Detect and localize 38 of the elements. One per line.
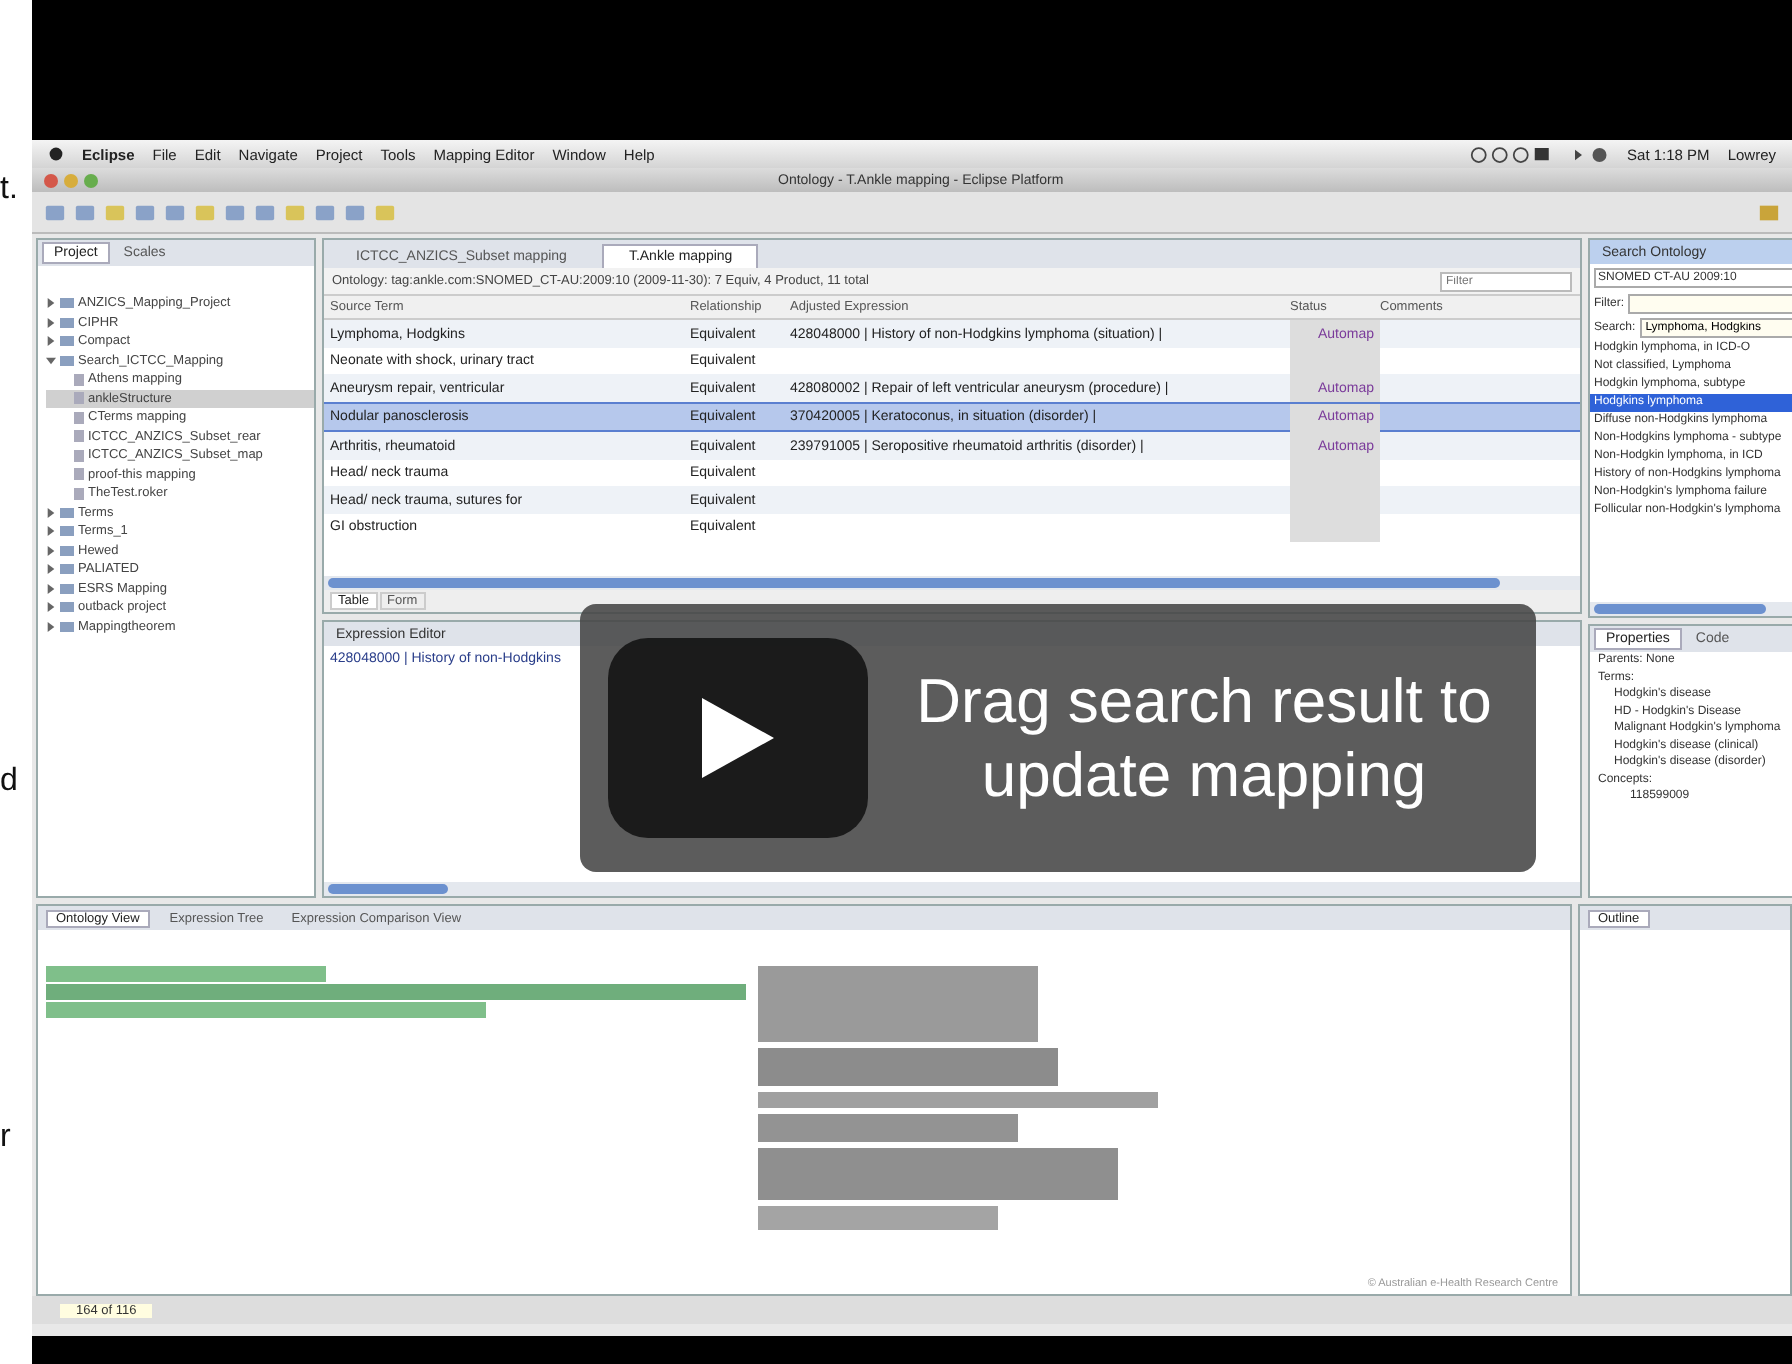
concept-node[interactable] [758,1114,1018,1142]
toolbar-icon[interactable] [314,201,336,223]
toolbar-icon[interactable] [164,201,186,223]
close-icon[interactable] [44,173,58,187]
concept-node[interactable] [46,1002,486,1018]
concept-node[interactable] [758,1092,1158,1108]
perspective-icon[interactable] [1758,201,1780,223]
status-icons-drawing [1469,145,1610,163]
toolbar-icon[interactable] [194,201,216,223]
video-overlay[interactable]: Drag search result to update mapping [580,604,1536,872]
filter-field[interactable] [1628,294,1792,314]
video-title: Drag search result to update mapping [914,663,1494,813]
concept-node[interactable] [758,1148,1118,1200]
toolbar-icon[interactable] [104,201,126,223]
concept-node[interactable] [46,984,746,1000]
toolbar-icon[interactable] [344,201,366,223]
toolbar-icon[interactable] [254,201,276,223]
page-text: t. [0,172,18,208]
scrollbar-thumb[interactable] [328,884,448,894]
apple-icon[interactable] [48,146,64,162]
page-text: r [0,1120,11,1156]
minimize-icon[interactable] [64,173,78,187]
zoom-icon[interactable] [84,173,98,187]
play-icon [698,694,778,782]
toolbar-icon[interactable] [224,201,246,223]
scrollbar-thumb[interactable] [1594,604,1766,614]
toolbar-icon[interactable] [134,201,156,223]
concept-node[interactable] [758,1206,998,1230]
toolbar-icon[interactable] [374,201,396,223]
play-button[interactable] [608,638,868,838]
toolbar-icon[interactable] [74,201,96,223]
scrollbar-thumb[interactable] [328,578,1500,588]
toolbar-icon[interactable] [284,201,306,223]
concept-node[interactable] [46,966,326,982]
concept-node[interactable] [758,966,1038,1042]
concept-node[interactable] [758,1048,1058,1086]
page-text: d [0,764,18,800]
toolbar-icon[interactable] [44,201,66,223]
